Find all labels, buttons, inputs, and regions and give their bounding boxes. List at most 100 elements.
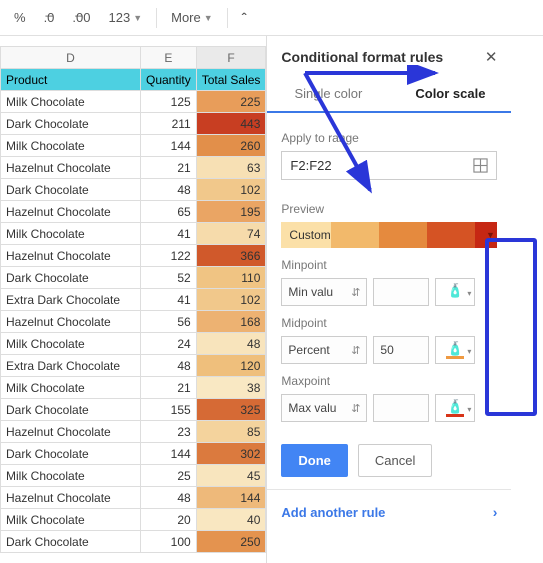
product-cell[interactable]: Milk Chocolate	[1, 509, 141, 531]
paint-bucket-icon: 🧴	[447, 400, 463, 413]
paint-bucket-icon: 🧴	[447, 284, 463, 297]
product-cell[interactable]: Hazelnut Chocolate	[1, 245, 141, 267]
column-header-e[interactable]: E	[141, 47, 197, 69]
sales-cell[interactable]: 38	[196, 377, 266, 399]
product-cell[interactable]: Dark Chocolate	[1, 443, 141, 465]
product-cell[interactable]: Hazelnut Chocolate	[1, 201, 141, 223]
increase-decimal-button[interactable]: _.00	[64, 6, 98, 29]
product-cell[interactable]: Milk Chocolate	[1, 223, 141, 245]
product-cell[interactable]: Dark Chocolate	[1, 179, 141, 201]
percent-format-button[interactable]: %	[6, 6, 34, 29]
tab-color-scale[interactable]: Color scale	[389, 76, 511, 111]
product-cell[interactable]: Milk Chocolate	[1, 333, 141, 355]
quantity-cell[interactable]: 21	[141, 377, 197, 399]
sales-cell[interactable]: 40	[196, 509, 266, 531]
more-menu-button[interactable]: More▼	[163, 6, 221, 29]
maxpoint-type-select[interactable]: Max valu⇵	[281, 394, 367, 422]
table-row: Hazelnut Chocolate2163	[1, 157, 266, 179]
sales-cell[interactable]: 302	[196, 443, 266, 465]
product-cell[interactable]: Milk Chocolate	[1, 465, 141, 487]
cancel-button[interactable]: Cancel	[358, 444, 432, 477]
midpoint-color-picker[interactable]: 🧴 ▾	[435, 336, 475, 364]
product-cell[interactable]: Hazelnut Chocolate	[1, 421, 141, 443]
product-cell[interactable]: Hazelnut Chocolate	[1, 157, 141, 179]
quantity-cell[interactable]: 100	[141, 531, 197, 553]
product-cell[interactable]: Milk Chocolate	[1, 377, 141, 399]
quantity-cell[interactable]: 24	[141, 333, 197, 355]
sales-cell[interactable]: 110	[196, 267, 266, 289]
sales-cell[interactable]: 195	[196, 201, 266, 223]
sales-cell[interactable]: 102	[196, 289, 266, 311]
column-header-d[interactable]: D	[1, 47, 141, 69]
quantity-cell[interactable]: 48	[141, 179, 197, 201]
product-cell[interactable]: Dark Chocolate	[1, 267, 141, 289]
product-cell[interactable]: Dark Chocolate	[1, 399, 141, 421]
range-input[interactable]: F2:F22	[281, 151, 497, 180]
quantity-cell[interactable]: 125	[141, 91, 197, 113]
sales-cell[interactable]: 63	[196, 157, 266, 179]
sales-cell[interactable]: 443	[196, 113, 266, 135]
spreadsheet-area[interactable]: D E F ProductQuantityTotal Sales Milk Cho…	[0, 36, 266, 563]
product-cell[interactable]: Extra Dark Chocolate	[1, 289, 141, 311]
table-row: Hazelnut Chocolate56168	[1, 311, 266, 333]
quantity-cell[interactable]: 211	[141, 113, 197, 135]
product-cell[interactable]: Dark Chocolate	[1, 113, 141, 135]
quantity-cell[interactable]: 21	[141, 157, 197, 179]
add-rule-button[interactable]: Add another rule ›	[267, 489, 511, 534]
midpoint-value-input[interactable]: 50	[373, 336, 429, 364]
sales-cell[interactable]: 260	[196, 135, 266, 157]
sales-cell[interactable]: 85	[196, 421, 266, 443]
quantity-cell[interactable]: 23	[141, 421, 197, 443]
sales-cell[interactable]: 225	[196, 91, 266, 113]
product-cell[interactable]: Extra Dark Chocolate	[1, 355, 141, 377]
maxpoint-color-picker[interactable]: 🧴 ▾	[435, 394, 475, 422]
quantity-cell[interactable]: 48	[141, 487, 197, 509]
sales-cell[interactable]: 45	[196, 465, 266, 487]
product-cell[interactable]: Dark Chocolate	[1, 531, 141, 553]
range-value: F2:F22	[290, 158, 331, 173]
number-format-button[interactable]: 123▼	[100, 6, 150, 29]
sales-cell[interactable]: 120	[196, 355, 266, 377]
sales-cell[interactable]: 250	[196, 531, 266, 553]
maxpoint-value-input[interactable]	[373, 394, 429, 422]
sales-cell[interactable]: 102	[196, 179, 266, 201]
header-cell[interactable]: Quantity	[141, 69, 197, 91]
data-range-icon[interactable]	[473, 158, 488, 173]
sales-cell[interactable]: 48	[196, 333, 266, 355]
done-button[interactable]: Done	[281, 444, 348, 477]
sales-cell[interactable]: 168	[196, 311, 266, 333]
header-cell[interactable]: Product	[1, 69, 141, 91]
quantity-cell[interactable]: 41	[141, 223, 197, 245]
minpoint-value-input[interactable]	[373, 278, 429, 306]
quantity-cell[interactable]: 25	[141, 465, 197, 487]
preview-dropdown[interactable]: ▼	[475, 222, 497, 248]
quantity-cell[interactable]: 144	[141, 135, 197, 157]
collapse-button[interactable]: ˆ	[234, 6, 255, 30]
sales-cell[interactable]: 366	[196, 245, 266, 267]
quantity-cell[interactable]: 155	[141, 399, 197, 421]
quantity-cell[interactable]: 56	[141, 311, 197, 333]
tab-single-color[interactable]: Single color	[267, 76, 389, 111]
product-cell[interactable]: Hazelnut Chocolate	[1, 311, 141, 333]
sales-cell[interactable]: 144	[196, 487, 266, 509]
quantity-cell[interactable]: 122	[141, 245, 197, 267]
column-header-f[interactable]: F	[196, 47, 266, 69]
decrease-decimal-button[interactable]: _.0	[36, 6, 63, 29]
midpoint-type-select[interactable]: Percent⇵	[281, 336, 367, 364]
quantity-cell[interactable]: 41	[141, 289, 197, 311]
quantity-cell[interactable]: 20	[141, 509, 197, 531]
product-cell[interactable]: Hazelnut Chocolate	[1, 487, 141, 509]
sales-cell[interactable]: 74	[196, 223, 266, 245]
product-cell[interactable]: Milk Chocolate	[1, 91, 141, 113]
minpoint-type-select[interactable]: Min valu⇵	[281, 278, 367, 306]
header-cell[interactable]: Total Sales	[196, 69, 266, 91]
preview-gradient[interactable]: Custom ▼	[281, 222, 497, 248]
minpoint-color-picker[interactable]: 🧴 ▾	[435, 278, 475, 306]
sales-cell[interactable]: 325	[196, 399, 266, 421]
close-icon[interactable]: ✕	[485, 48, 498, 66]
quantity-cell[interactable]: 48	[141, 355, 197, 377]
quantity-cell[interactable]: 65	[141, 201, 197, 223]
product-cell[interactable]: Milk Chocolate	[1, 135, 141, 157]
quantity-cell[interactable]: 52	[141, 267, 197, 289]
quantity-cell[interactable]: 144	[141, 443, 197, 465]
